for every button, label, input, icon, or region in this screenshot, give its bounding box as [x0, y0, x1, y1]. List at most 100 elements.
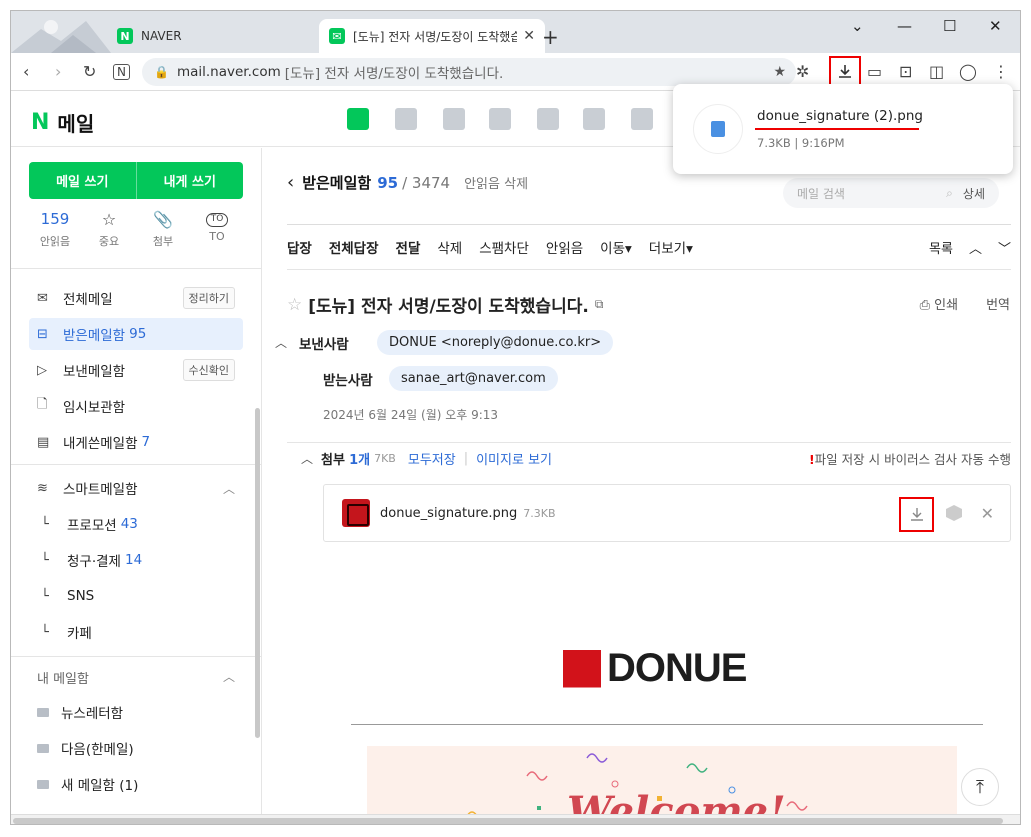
my-mailbox-header[interactable]: 내 메일함 [37, 668, 89, 687]
chevron-up-icon[interactable]: ︿ [301, 450, 313, 467]
folder-label: 청구·결제 [67, 554, 121, 570]
photo-app-icon[interactable] [443, 108, 465, 130]
menu-icon[interactable]: ⋮ [993, 62, 1009, 81]
open-new-window-icon[interactable]: ⧉ [595, 297, 604, 312]
mail-search[interactable]: 메일 검색 ⌕ 상세 [783, 178, 999, 208]
move-button[interactable]: 이동▾ [600, 237, 632, 257]
search-input[interactable]: 메일 검색 [797, 185, 845, 202]
folder-sns[interactable]: └ SNS [29, 580, 243, 612]
delete-unread-link[interactable]: 안읽음 삭제 [464, 173, 528, 192]
download-filename[interactable]: donue_signature (2).png [757, 108, 923, 124]
minimize-button[interactable]: — [897, 17, 912, 35]
attachment-item[interactable]: donue_signature.png 7.3KB ✕ [323, 484, 1011, 542]
profile-icon[interactable]: ◯ [959, 62, 977, 81]
next-mail-icon[interactable]: ﹀ [998, 238, 1011, 257]
print-button[interactable]: ⎙ 인쇄 [920, 294, 958, 313]
contacts-app-icon[interactable] [489, 108, 511, 130]
search-icon[interactable]: ⌕ [946, 186, 953, 201]
download-meta: 7.3KB | 9:16PM [757, 136, 845, 150]
naver-mail-logo[interactable]: N 메일 [31, 108, 94, 137]
divider [11, 656, 262, 657]
reply-all-button[interactable]: 전체답장 [329, 237, 379, 257]
folder-cafe[interactable]: └ 카페 [29, 616, 243, 648]
media-icon[interactable]: ▭ [867, 62, 882, 81]
quick-label: 중요 [98, 235, 120, 248]
read-receipt-button[interactable]: 수신확인 [182, 359, 235, 381]
tab-naver[interactable]: N NAVER [107, 19, 315, 53]
folder-self[interactable]: ▤ 내게쓴메일함 7 [29, 426, 243, 458]
folder-title[interactable]: 받은메일함 [302, 172, 371, 193]
spam-block-button[interactable]: 스팸차단 [479, 237, 529, 257]
write-self-button[interactable]: 내게 쓰기 [137, 162, 244, 199]
new-tab-button[interactable]: + [542, 25, 559, 49]
chevron-up-icon[interactable]: ︿ [223, 668, 235, 685]
folder-promotion[interactable]: └ 프로모션 43 [29, 508, 243, 540]
folder-new[interactable]: 새 메일함 (1) [29, 768, 243, 800]
quick-unread[interactable]: 159 안읽음 [37, 210, 73, 249]
screenshot-icon[interactable]: ⊡ [899, 62, 912, 81]
naver-shortcut-icon[interactable]: N [113, 64, 130, 80]
sidebar-scrollbar[interactable] [255, 408, 260, 738]
back-chevron-icon[interactable]: ‹ [287, 172, 294, 193]
chevron-up-icon[interactable]: ︿ [275, 334, 287, 351]
mark-unread-button[interactable]: 안읽음 [546, 237, 583, 257]
maximize-button[interactable]: ☐ [943, 17, 956, 35]
quick-to[interactable]: TO TO [199, 210, 235, 249]
attachment-download-button[interactable] [899, 497, 934, 532]
quick-important[interactable]: ☆ 중요 [91, 210, 127, 249]
translate-button[interactable]: 번역 [986, 294, 1010, 313]
pay-app-icon[interactable] [631, 108, 653, 130]
folder-inbox[interactable]: ⊟ 받은메일함 95 [29, 318, 243, 350]
attachment-filename[interactable]: donue_signature.png [380, 506, 517, 521]
tab-mail[interactable]: ✉ [도뉴] 전자 서명/도장이 도착했습 ✕ [319, 19, 545, 53]
mybox-app-icon[interactable] [537, 108, 559, 130]
reply-button[interactable]: 답장 [287, 237, 312, 257]
search-detail-button[interactable]: 상세 [963, 185, 985, 202]
folder-sent[interactable]: ▷ 보낸메일함 수신확인 [29, 354, 243, 386]
list-button[interactable]: 목록 [929, 238, 953, 257]
document-icon: 🗋 [37, 397, 48, 412]
send-icon: ▷ [37, 362, 47, 378]
bookmark-star-icon[interactable]: ★ [773, 64, 786, 80]
more-button[interactable]: 더보기▾ [649, 237, 693, 257]
envelope-icon: ✉ [37, 290, 48, 306]
attach-count: 1개 [349, 453, 371, 468]
download-icon [910, 507, 923, 521]
folder-label: 전체메일 [63, 292, 113, 308]
organize-button[interactable]: 정리하기 [182, 287, 235, 309]
prev-mail-icon[interactable]: ︿ [969, 238, 982, 257]
folder-drafts[interactable]: 🗋 임시보관함 [29, 390, 243, 422]
folder-daum[interactable]: 다음(한메일) [29, 732, 243, 764]
scroll-to-top-button[interactable]: ⤒ [961, 768, 999, 806]
tab-search-chevron-icon[interactable]: ⌄ [851, 17, 864, 35]
memo-app-icon[interactable] [583, 108, 605, 130]
calendar-app-icon[interactable] [395, 108, 417, 130]
from-address[interactable]: DONUE <noreply@donue.co.kr> [377, 330, 614, 355]
address-bar[interactable]: 🔒 mail.naver.com [도뉴] 전자 서명/도장이 도착했습니다. … [142, 58, 796, 86]
horizontal-scrollbar[interactable] [11, 814, 1020, 824]
more-label: 더보기 [648, 241, 687, 257]
to-address[interactable]: sanae_art@naver.com [389, 366, 558, 391]
forward-button[interactable]: 전달 [396, 237, 421, 257]
mail-app-icon[interactable] [347, 108, 369, 130]
back-icon[interactable]: ‹ [23, 62, 29, 81]
folder-billing[interactable]: └ 청구·결제 14 [29, 544, 243, 576]
folder-newsletter[interactable]: 뉴스레터함 [29, 696, 243, 728]
delete-button[interactable]: 삭제 [437, 237, 462, 257]
view-as-image-link[interactable]: 이미지로 보기 [476, 449, 552, 468]
forward-icon[interactable]: › [55, 62, 61, 81]
star-icon[interactable]: ☆ [287, 295, 302, 315]
close-window-button[interactable]: ✕ [989, 17, 1002, 35]
mybox-save-icon[interactable] [946, 505, 962, 521]
write-mail-button[interactable]: 메일 쓰기 [29, 162, 137, 199]
smart-mailbox-header[interactable]: ≋ 스마트메일함 ︿ [29, 472, 243, 504]
quick-attach[interactable]: 📎 첨부 [145, 210, 181, 249]
reload-icon[interactable]: ↻ [83, 62, 96, 81]
close-icon[interactable]: ✕ [981, 504, 994, 523]
sidebar-toggle-icon[interactable]: ◫ [929, 62, 944, 81]
extensions-icon[interactable]: ✲ [796, 62, 809, 81]
folder-all[interactable]: ✉ 전체메일 정리하기 [29, 282, 243, 314]
close-tab-icon[interactable]: ✕ [523, 28, 535, 44]
save-all-link[interactable]: 모두저장 [408, 449, 456, 468]
chevron-up-icon[interactable]: ︿ [223, 480, 235, 497]
